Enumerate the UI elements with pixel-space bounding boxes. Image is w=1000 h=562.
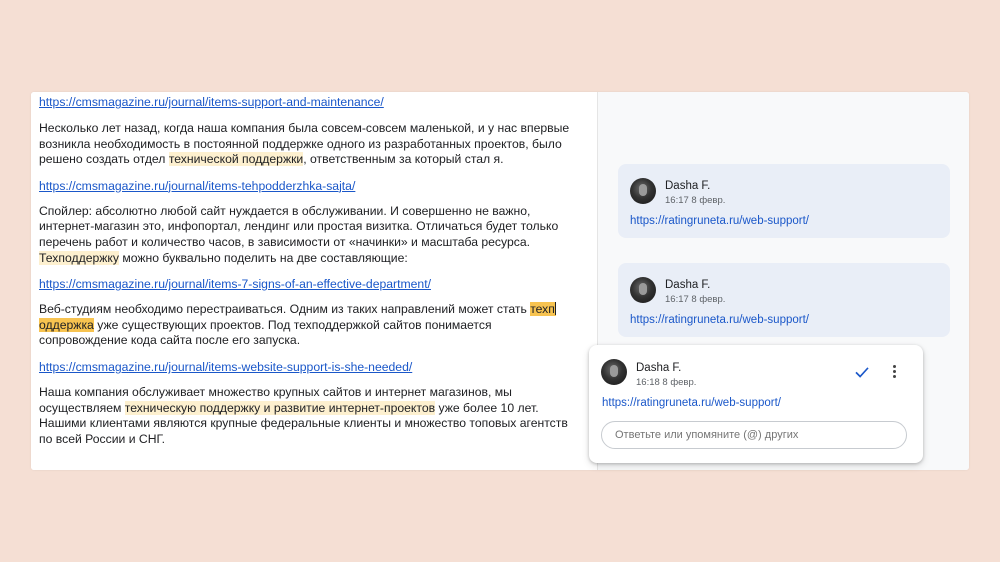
doc-link-3[interactable]: https://cmsmagazine.ru/journal/items-7-s…	[39, 276, 574, 292]
comment-author: Dasha F.	[665, 279, 711, 291]
comment-link[interactable]: https://ratingruneta.ru/web-support/	[630, 314, 809, 326]
check-icon[interactable]	[853, 363, 871, 381]
avatar	[630, 277, 656, 303]
comment-link[interactable]: https://ratingruneta.ru/web-support/	[630, 215, 809, 227]
comment-time: 16:17 8 февр.	[665, 195, 726, 206]
document-content: https://cmsmagazine.ru/journal/items-sup…	[39, 92, 574, 447]
doc-link-1[interactable]: https://cmsmagazine.ru/journal/items-sup…	[39, 94, 574, 110]
avatar	[630, 178, 656, 204]
doc-link-2[interactable]: https://cmsmagazine.ru/journal/items-teh…	[39, 178, 574, 194]
doc-paragraph-2: Спойлер: абсолютно любой сайт нуждается …	[39, 203, 559, 265]
comment-thread-1[interactable]: Dasha F. 16:17 8 февр. https://ratingrun…	[618, 164, 950, 238]
comment-time: 16:18 8 февр.	[636, 377, 697, 388]
more-vert-icon[interactable]	[889, 363, 899, 381]
doc-paragraph-4: Наша компания обслуживает множество круп…	[39, 384, 568, 446]
comment-author: Dasha F.	[636, 362, 682, 374]
comment-author: Dasha F.	[665, 180, 711, 192]
text-cursor	[554, 302, 556, 316]
comment-link[interactable]: https://ratingruneta.ru/web-support/	[602, 397, 781, 409]
doc-paragraph-1: Несколько лет назад, когда наша компания…	[39, 121, 570, 167]
doc-link-4[interactable]: https://cmsmagazine.ru/journal/items-web…	[39, 359, 574, 375]
comment-highlight[interactable]: техническую поддержку и развитие интерне…	[124, 400, 436, 415]
comment-time: 16:17 8 февр.	[665, 294, 726, 305]
reply-input[interactable]	[601, 421, 907, 449]
comment-highlight[interactable]: Техподдержку	[39, 250, 119, 265]
avatar	[601, 359, 627, 385]
comment-thread-2[interactable]: Dasha F. 16:17 8 февр. https://ratingrun…	[618, 263, 950, 337]
active-comment-card[interactable]: Dasha F. 16:18 8 февр. https://ratingrun…	[589, 345, 923, 463]
comment-highlight[interactable]: технической поддержки	[168, 152, 304, 167]
doc-paragraph-3: Веб-студиям необходимо перестраиваться. …	[39, 302, 556, 348]
document-body[interactable]: https://cmsmagazine.ru/journal/items-sup…	[31, 92, 597, 470]
